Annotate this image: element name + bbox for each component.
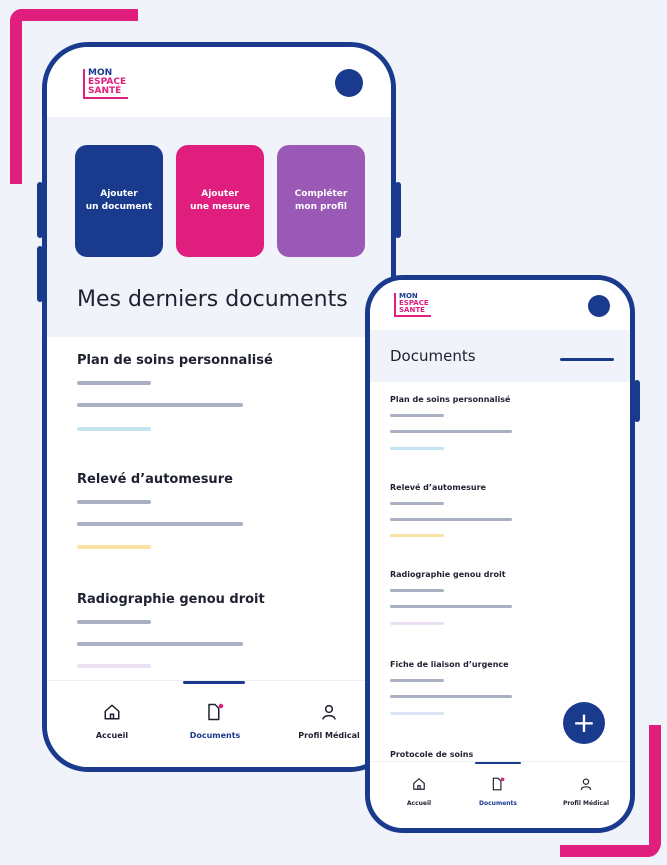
- tag-line: [390, 712, 444, 715]
- decorative-bracket-right: [649, 725, 661, 855]
- brand-logo[interactable]: MON ESPACE SANTÉ: [83, 69, 129, 99]
- active-tab-indicator: [475, 762, 521, 764]
- placeholder-line: [390, 589, 444, 592]
- decorative-bracket-left: [10, 9, 22, 184]
- tag-line: [77, 545, 151, 549]
- tag-line: [390, 447, 444, 450]
- placeholder-line: [390, 518, 512, 521]
- document-title: Plan de soins personnalisé: [77, 353, 273, 368]
- nav-item-profile[interactable]: Profil Médical: [287, 703, 371, 740]
- nav-item-documents[interactable]: Documents: [468, 776, 528, 807]
- nav-item-profile[interactable]: Profil Médical: [550, 776, 622, 807]
- decorative-bracket-bottom: [560, 845, 660, 857]
- document-title: Radiographie genou droit: [390, 570, 506, 579]
- document-title: Relevé d’automesure: [390, 483, 486, 492]
- app-header: MON ESPACE SANTÉ: [47, 47, 391, 117]
- document-icon: [492, 777, 505, 791]
- nav-item-documents[interactable]: Documents: [175, 703, 255, 740]
- placeholder-line: [77, 403, 243, 407]
- placeholder-line: [390, 502, 444, 505]
- section-title: Mes derniers documents: [77, 287, 348, 312]
- document-title: Plan de soins personnalisé: [390, 395, 511, 404]
- avatar[interactable]: [335, 69, 363, 97]
- tag-line: [77, 427, 151, 431]
- bottom-nav: Accueil Documents Profil Médical: [370, 761, 630, 828]
- phone-mockup-home: MON ESPACE SANTÉ Ajouter un document Ajo…: [42, 42, 396, 772]
- placeholder-line: [77, 522, 243, 526]
- user-icon: [322, 704, 336, 720]
- add-measure-button[interactable]: Ajouter une mesure: [176, 145, 264, 257]
- document-title: Fiche de liaison d’urgence: [390, 660, 509, 669]
- add-document-fab[interactable]: +: [563, 702, 605, 744]
- document-title: Radiographie genou droit: [77, 592, 265, 607]
- active-tab-indicator: [183, 681, 245, 684]
- phone-mockup-documents: MON ESPACE SANTÉ Documents Plan de soins…: [365, 275, 635, 833]
- tag-line: [390, 622, 444, 625]
- placeholder-line: [390, 430, 512, 433]
- placeholder-line: [390, 695, 512, 698]
- tag-line: [390, 534, 444, 537]
- document-title: Relevé d’automesure: [77, 472, 233, 487]
- decorative-bracket-top: [10, 9, 138, 21]
- placeholder-line: [77, 620, 151, 624]
- avatar[interactable]: [588, 295, 610, 317]
- placeholder-line: [390, 414, 444, 417]
- home-icon: [413, 778, 425, 790]
- tag-line: [77, 664, 151, 668]
- bottom-nav: Accueil Documents Profil Médical: [47, 680, 391, 767]
- nav-item-home[interactable]: Accueil: [392, 776, 446, 807]
- app-header: MON ESPACE SANTÉ: [370, 280, 630, 330]
- placeholder-line: [390, 679, 444, 682]
- user-icon: [580, 778, 592, 790]
- add-document-button[interactable]: Ajouter un document: [75, 145, 163, 257]
- placeholder-line: [77, 642, 243, 646]
- section-title: Documents: [390, 347, 476, 365]
- section-title-underline: [560, 358, 614, 361]
- complete-profile-button[interactable]: Compléter mon profil: [277, 145, 365, 257]
- brand-logo[interactable]: MON ESPACE SANTÉ: [394, 293, 431, 317]
- placeholder-line: [77, 500, 151, 504]
- placeholder-line: [77, 381, 151, 385]
- nav-item-home[interactable]: Accueil: [75, 703, 149, 740]
- placeholder-line: [390, 605, 512, 608]
- home-icon: [104, 704, 120, 720]
- document-title: Protocole de soins: [390, 750, 474, 759]
- document-icon: [208, 703, 224, 721]
